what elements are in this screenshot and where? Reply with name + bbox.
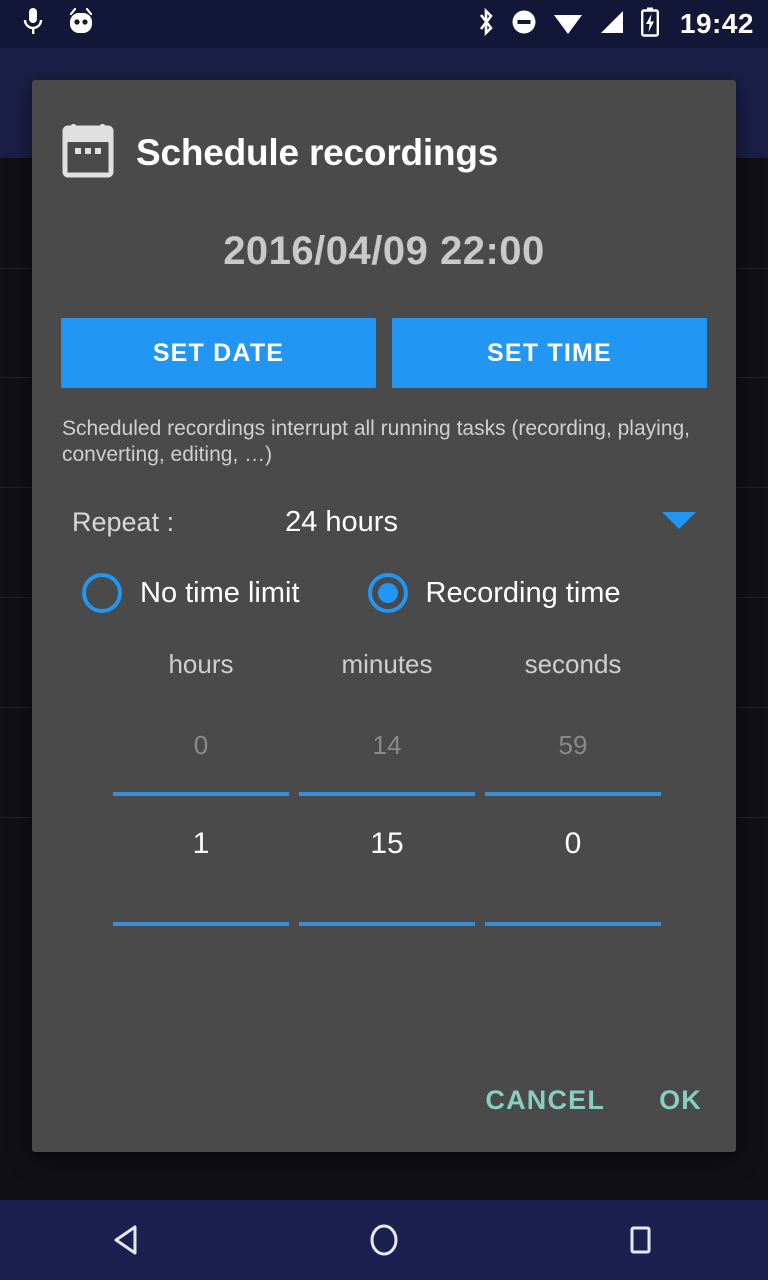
radio-unselected-icon [82, 573, 122, 613]
repeat-value: 24 hours [285, 506, 398, 538]
set-time-button[interactable]: SET TIME [392, 318, 707, 388]
hours-picker-previous-value: 0 [193, 730, 209, 760]
status-clock: 19:42 [679, 8, 754, 39]
do-not-disturb-icon [510, 8, 538, 41]
minutes-picker-previous-value: 14 [372, 730, 402, 760]
status-bar-right-icons: 19:42 [476, 7, 754, 42]
radio-label-recording-time: Recording time [425, 576, 621, 609]
seconds-picker-previous-value: 59 [558, 730, 588, 760]
radio-label-no-time-limit: No time limit [140, 576, 300, 609]
radio-selected-dot [377, 583, 398, 603]
minutes-picker[interactable]: minutes 14 15 [294, 649, 480, 926]
wifi-icon [552, 8, 584, 41]
repeat-selector-row[interactable]: Repeat : 24 hours [60, 506, 708, 539]
android-screen: 19:42 Schedule recordings 2016/04/09 22:… [0, 0, 768, 1280]
set-date-button[interactable]: SET DATE [61, 318, 376, 388]
hours-picker[interactable]: hours 0 1 [108, 649, 294, 926]
radio-option-no-time-limit[interactable]: No time limit [82, 573, 300, 613]
hours-picker-header: hours [168, 649, 234, 679]
back-icon[interactable] [68, 1200, 188, 1280]
radio-selected-icon [367, 573, 408, 613]
seconds-picker[interactable]: seconds 59 0 [480, 649, 666, 926]
minutes-picker-current-value: 15 [370, 827, 404, 860]
android-head-icon [66, 7, 96, 41]
dialog-action-buttons: CANCEL OK [477, 1075, 710, 1126]
cancel-button[interactable]: CANCEL [477, 1075, 613, 1126]
chevron-down-icon[interactable] [660, 509, 698, 536]
seconds-picker-bottom-divider [485, 922, 661, 926]
bluetooth-icon [476, 7, 496, 42]
navigation-bar [0, 1200, 768, 1280]
duration-number-pickers: hours 0 1 minutes 14 15 seconds 59 0 [60, 649, 708, 926]
set-datetime-buttons: SET DATE SET TIME [60, 318, 708, 388]
time-limit-radio-group: No time limit Recording time [60, 573, 708, 613]
schedule-recordings-dialog: Schedule recordings 2016/04/09 22:00 SET… [32, 80, 736, 1152]
hours-picker-bottom-divider [113, 922, 289, 926]
cellular-signal-icon [598, 8, 626, 41]
radio-option-recording-time[interactable]: Recording time [367, 573, 621, 613]
hours-picker-current-value: 1 [192, 827, 210, 860]
repeat-label: Repeat : [72, 507, 175, 537]
minutes-picker-bottom-divider [299, 922, 475, 926]
battery-charging-icon [640, 7, 660, 42]
status-bar-left-icons [22, 7, 96, 42]
microphone-icon [22, 7, 44, 42]
status-bar: 19:42 [0, 0, 768, 48]
recents-icon[interactable] [580, 1200, 700, 1280]
calendar-icon [62, 122, 114, 183]
dialog-note-text: Scheduled recordings interrupt all runni… [62, 417, 691, 466]
dialog-header: Schedule recordings [60, 80, 708, 183]
scheduled-datetime-value: 2016/04/09 22:00 [223, 229, 545, 273]
seconds-picker-header: seconds [524, 649, 622, 679]
home-icon[interactable] [324, 1200, 444, 1280]
dialog-title: Schedule recordings [136, 131, 499, 173]
seconds-picker-current-value: 0 [564, 827, 582, 860]
ok-button[interactable]: OK [651, 1075, 710, 1126]
minutes-picker-header: minutes [341, 649, 433, 679]
